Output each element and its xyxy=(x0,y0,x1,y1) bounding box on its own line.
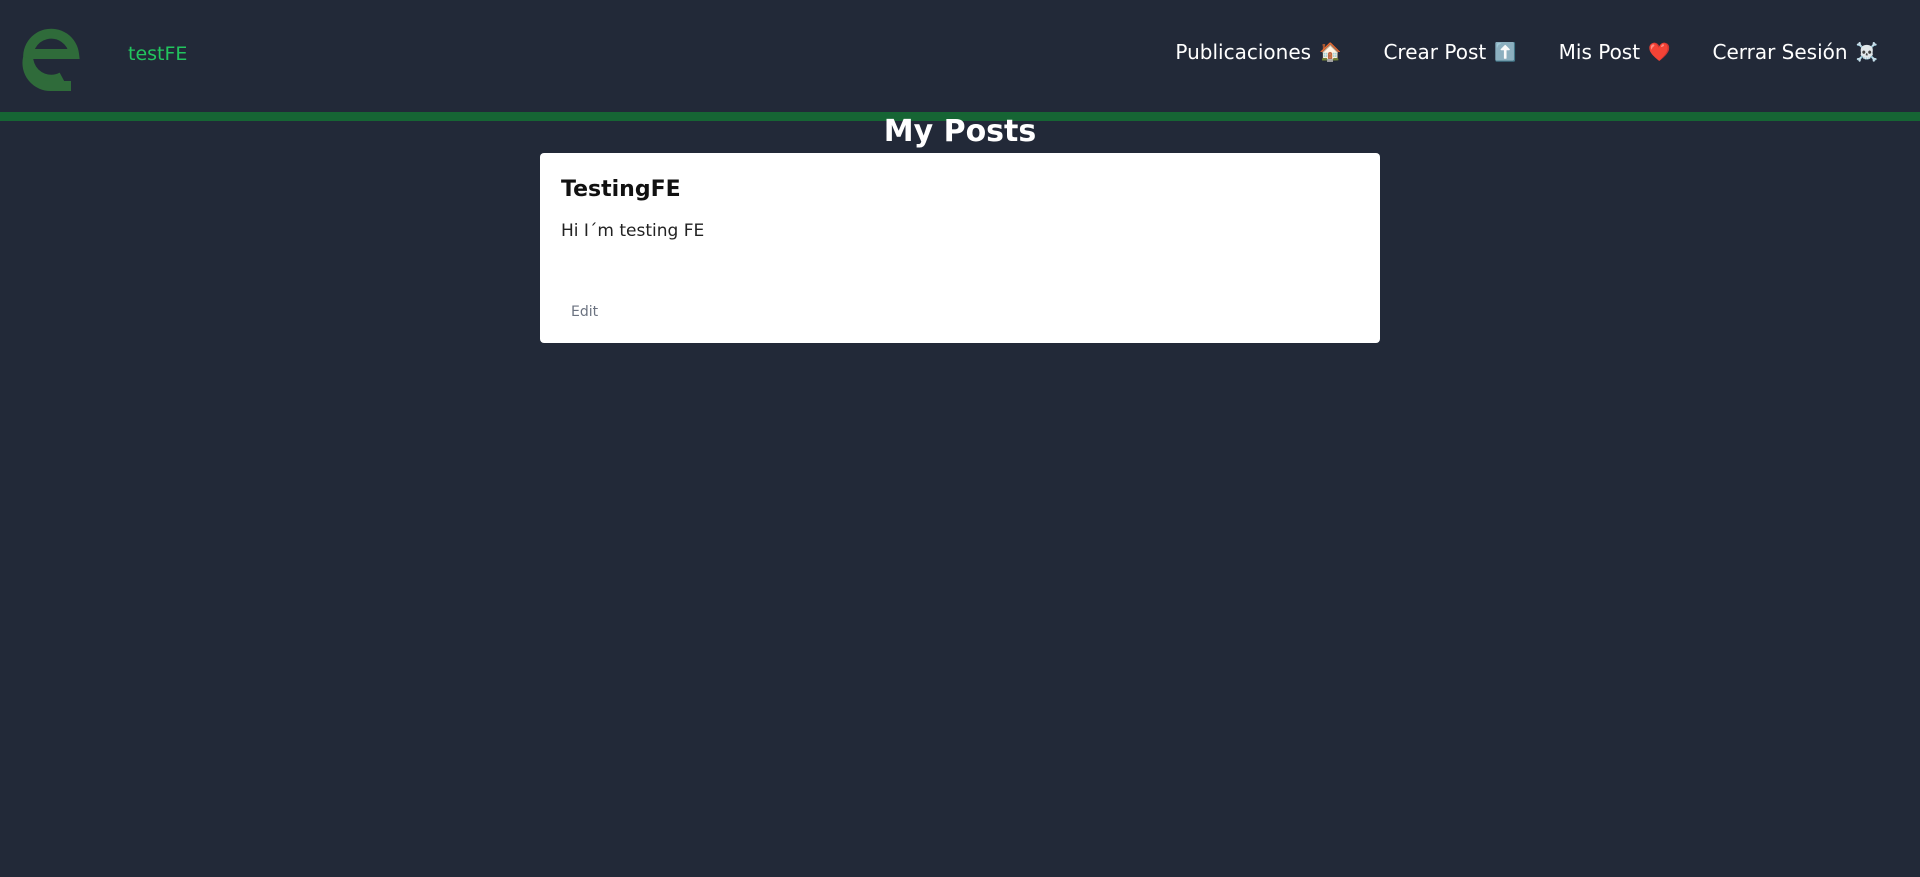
navbar: testFE Publicaciones 🏠 Crear Post ⬆️ Mis… xyxy=(0,0,1920,112)
house-icon: 🏠 xyxy=(1319,41,1342,63)
post-body: Hi I´m testing FE xyxy=(561,221,705,241)
post-title: TestingFE xyxy=(561,177,681,202)
post-card: TestingFE Hi I´m testing FE Edit xyxy=(540,153,1380,343)
nav-label: Publicaciones xyxy=(1175,40,1312,64)
page-title: My Posts xyxy=(883,114,1037,149)
skull-icon: ☠️ xyxy=(1855,41,1878,63)
nav-label: Cerrar Sesión xyxy=(1712,40,1848,64)
nav-label: Crear Post xyxy=(1383,40,1487,64)
nav-cerrar-sesion[interactable]: Cerrar Sesión ☠️ xyxy=(1712,40,1878,64)
heart-icon: ❤️ xyxy=(1648,41,1671,63)
nav-crear-post[interactable]: Crear Post ⬆️ xyxy=(1383,40,1516,64)
edit-button[interactable]: Edit xyxy=(571,304,598,320)
brand[interactable]: testFE xyxy=(16,14,187,94)
up-arrow-icon: ⬆️ xyxy=(1494,41,1517,63)
nav-links: Publicaciones 🏠 Crear Post ⬆️ Mis Post ❤… xyxy=(1175,40,1878,64)
nav-mis-post[interactable]: Mis Post ❤️ xyxy=(1559,40,1671,64)
nav-publicaciones[interactable]: Publicaciones 🏠 xyxy=(1175,40,1341,64)
nav-label: Mis Post xyxy=(1558,40,1641,64)
brand-name[interactable]: testFE xyxy=(128,43,187,65)
logo-icon xyxy=(22,28,80,91)
